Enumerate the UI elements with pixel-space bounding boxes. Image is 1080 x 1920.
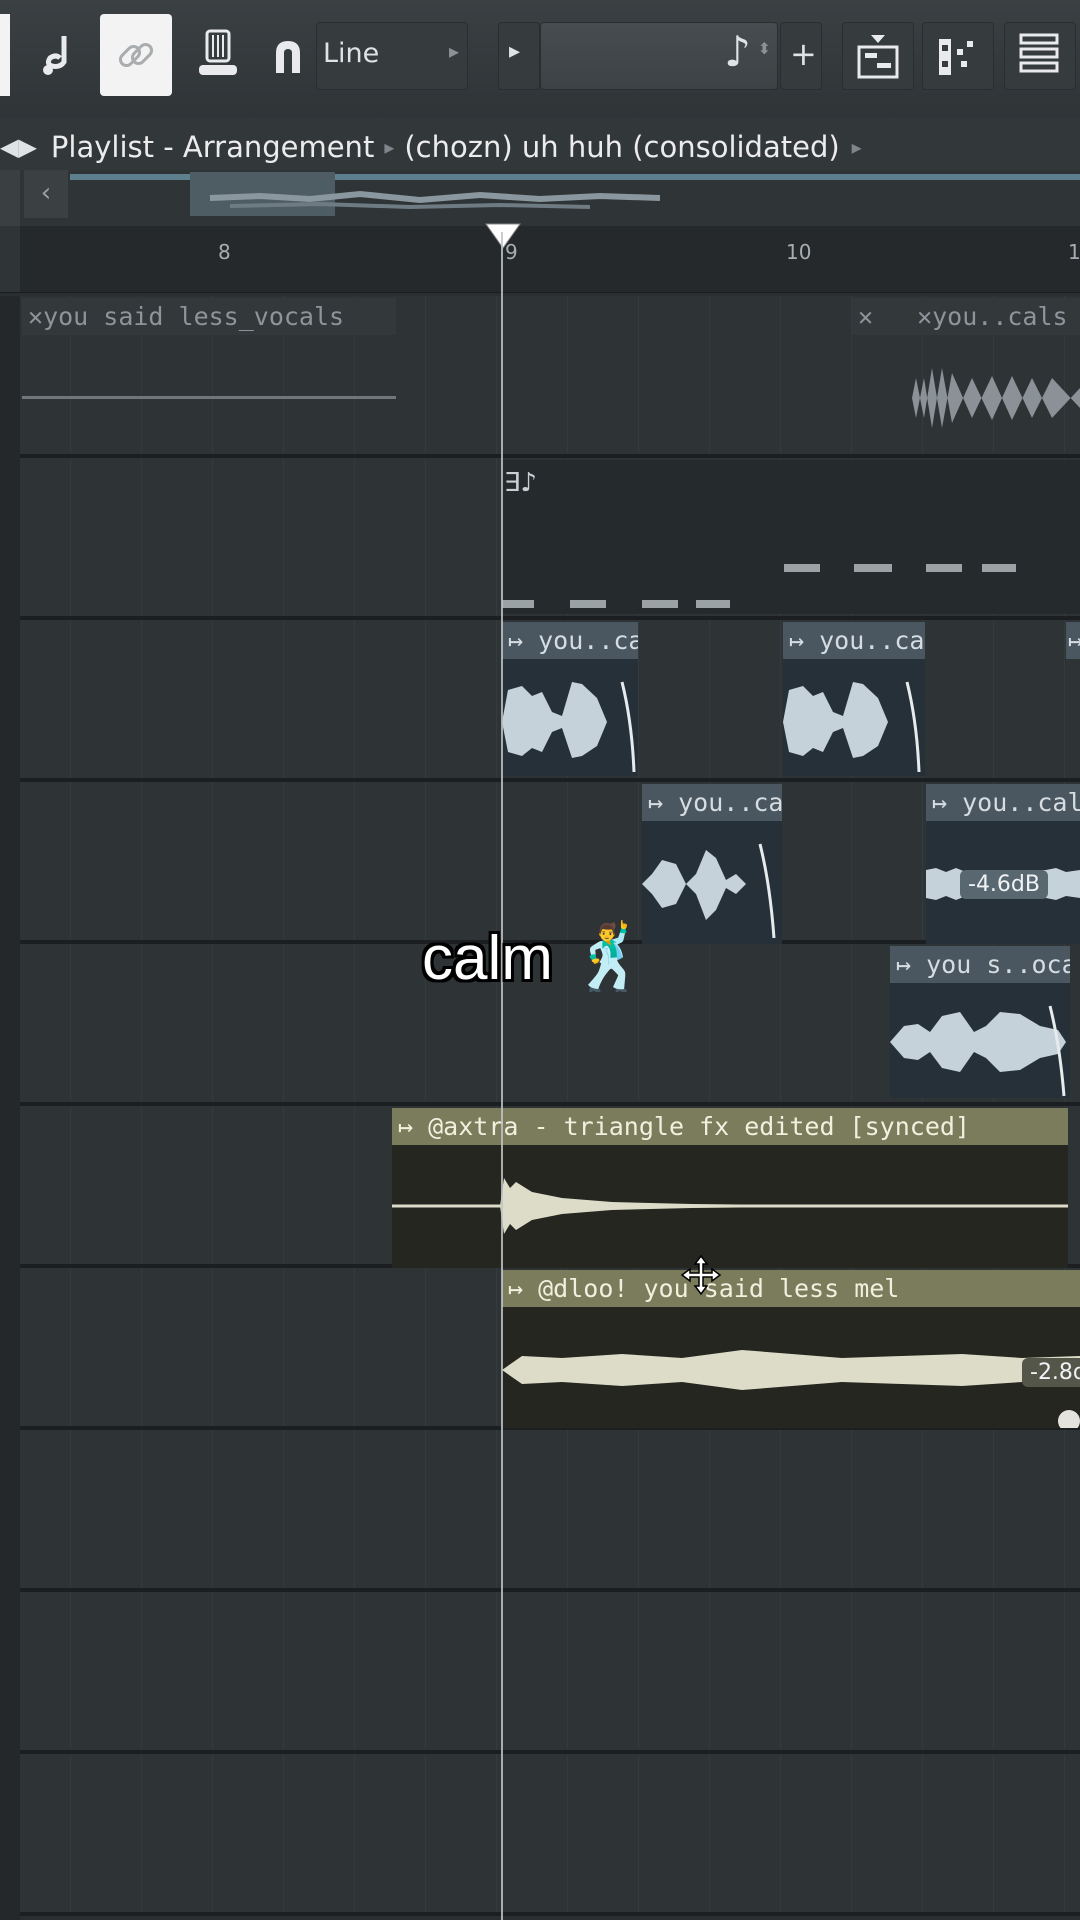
- clip-handle[interactable]: [1058, 1410, 1080, 1428]
- overview-waveform: [209, 190, 661, 210]
- snap-mode-select[interactable]: Line ▸: [316, 22, 468, 90]
- playhead-line: [501, 232, 503, 1920]
- breadcrumb-pattern[interactable]: (chozn) uh huh (consolidated): [404, 130, 839, 164]
- play-arrow-button[interactable]: ▸: [498, 22, 540, 90]
- clip-title: @axtra - triangle fx edited [synced]: [428, 1112, 970, 1141]
- piano-roll-icon: [857, 35, 899, 79]
- track-gutter: [0, 296, 20, 1920]
- audio-clip[interactable]: ↦ you..cals: [783, 622, 925, 776]
- automation-clip[interactable]: ∃♪: [502, 460, 1080, 614]
- breadcrumb-window[interactable]: Playlist - Arrangement: [51, 130, 374, 164]
- pattern-selector[interactable]: ♪ ⬍: [540, 22, 778, 90]
- scroll-left-icon[interactable]: ‹: [24, 170, 68, 218]
- note-icon: ♪: [724, 27, 751, 76]
- clip-title: you said less_vocals: [43, 302, 345, 331]
- magnet-snap-icon[interactable]: [268, 14, 308, 96]
- clip-slice-icon: ↦: [896, 950, 912, 979]
- chevron-right-icon: ▸: [448, 39, 459, 63]
- chevron-right-icon: ▸: [384, 135, 395, 159]
- gain-badge[interactable]: -4.6dB: [960, 870, 1048, 899]
- video-caption: calm 🕺: [422, 920, 650, 995]
- breadcrumb: ◀▶ Playlist - Arrangement ▸ (chozn) uh h…: [0, 118, 1080, 176]
- breadcrumb-arrows-icon[interactable]: ◀▶: [0, 133, 37, 161]
- clip-title: you..cals: [819, 626, 925, 655]
- clip-header: ↦ you..cals: [642, 784, 782, 821]
- clip-title: you s..ocals: [926, 950, 1070, 979]
- clip-title: you..cals: [962, 788, 1080, 817]
- clip-header: ↦: [1066, 622, 1080, 659]
- mixer-icon: [1019, 33, 1059, 73]
- bar-number: 8: [218, 240, 231, 264]
- clip-header: ↦ @axtra - triangle fx edited [synced]: [392, 1108, 1068, 1145]
- dancer-emoji-icon: 🕺: [570, 921, 650, 993]
- gain-badge[interactable]: -2.8d: [1022, 1358, 1080, 1387]
- clip-slice-icon: ↦: [648, 788, 664, 817]
- clip-muted-icon: ✕: [917, 302, 933, 331]
- link-tool-icon[interactable]: [100, 14, 172, 96]
- clip-title: you..cals: [678, 788, 782, 817]
- chevron-right-icon: ▸: [851, 135, 862, 159]
- clip-waveform: [392, 1178, 1068, 1234]
- clip-header: ↦ @dloo! you said less mel: [502, 1270, 1080, 1307]
- audio-clip[interactable]: ✕ ✕you..cals: [852, 298, 1080, 450]
- clip-header: ✕ ✕you..cals: [852, 298, 1080, 335]
- overview-scrollbar[interactable]: ‹: [0, 170, 1080, 226]
- audio-clip[interactable]: ↦ @axtra - triangle fx edited [synced]: [392, 1108, 1068, 1268]
- audio-clip[interactable]: ↦ you..cals: [642, 784, 782, 944]
- ruler-gutter: [0, 226, 20, 292]
- timeline-ruler[interactable]: [0, 226, 1080, 293]
- clip-slice-icon: ↦: [508, 626, 524, 655]
- audio-clip[interactable]: ↦ you..cals -4.6dB: [926, 784, 1080, 944]
- clip-waveform: [783, 681, 921, 773]
- track-row-9[interactable]: [0, 1592, 1080, 1754]
- clip-slice-icon: ↦: [789, 626, 805, 655]
- clip-muted-icon: ✕: [28, 302, 44, 331]
- audio-clip[interactable]: ↦ you s..ocals: [890, 946, 1070, 1098]
- plus-icon: +: [790, 35, 817, 73]
- toolbar: Line ▸ ▸ ♪ ⬍ +: [0, 0, 1080, 118]
- playhead-marker-icon[interactable]: [484, 222, 522, 252]
- clip-flatline: [22, 396, 396, 399]
- add-pattern-button[interactable]: +: [780, 22, 822, 90]
- bar-number: 10: [786, 240, 812, 264]
- audio-clip[interactable]: ✕you said less_vocals: [22, 298, 396, 408]
- clip-header: ↦ you..cals: [926, 784, 1080, 821]
- clip-slice-icon: ↦: [398, 1112, 414, 1141]
- pattern-mode-button[interactable]: [842, 22, 914, 90]
- spinner-icon: ⬍: [757, 39, 771, 58]
- automation-curve: [502, 564, 1016, 608]
- clip-muted-icon: ✕: [858, 302, 874, 331]
- clip-title: you..cals: [538, 626, 638, 655]
- clip-header: ✕you said less_vocals: [22, 298, 396, 335]
- clip-title: you..cals: [932, 302, 1068, 331]
- audio-clip[interactable]: ↦ @dloo! you said less mel -2.8d: [502, 1270, 1080, 1428]
- clip-waveform: [852, 368, 1080, 428]
- clip-waveform: [502, 1350, 1080, 1390]
- clip-slice-icon: ↦: [932, 788, 948, 817]
- audio-clip[interactable]: ↦ you..cals: [502, 622, 638, 776]
- clip-header: ↦ you..cals: [783, 622, 925, 659]
- clip-waveform: [502, 681, 636, 773]
- toolbar-edge-button[interactable]: [0, 14, 10, 96]
- mixer-button[interactable]: [1004, 22, 1076, 90]
- caption-text: calm: [422, 924, 553, 993]
- stamp-tool-icon[interactable]: [186, 14, 250, 96]
- slide-tool-icon[interactable]: [30, 14, 86, 96]
- track-row-8[interactable]: [0, 1430, 1080, 1592]
- move-cursor-icon: [680, 1254, 722, 1296]
- clip-slice-icon: ↦: [508, 1274, 524, 1303]
- automation-clip-icon: ∃♪: [504, 468, 538, 498]
- bar-number: 1: [1068, 240, 1080, 264]
- step-sequencer-icon: [939, 39, 973, 75]
- clip-header: ↦ you s..ocals: [890, 946, 1070, 983]
- scroll-edge: [0, 170, 20, 226]
- clip-waveform: [890, 1005, 1066, 1097]
- clip-waveform: [642, 843, 776, 939]
- play-arrow-icon: ▸: [509, 39, 521, 64]
- clip-header: ↦ you..cals: [502, 622, 638, 659]
- track-row-10[interactable]: [0, 1754, 1080, 1916]
- snap-mode-value: Line: [323, 38, 380, 69]
- step-sequencer-button[interactable]: [922, 22, 994, 90]
- audio-clip[interactable]: ↦: [1066, 622, 1080, 776]
